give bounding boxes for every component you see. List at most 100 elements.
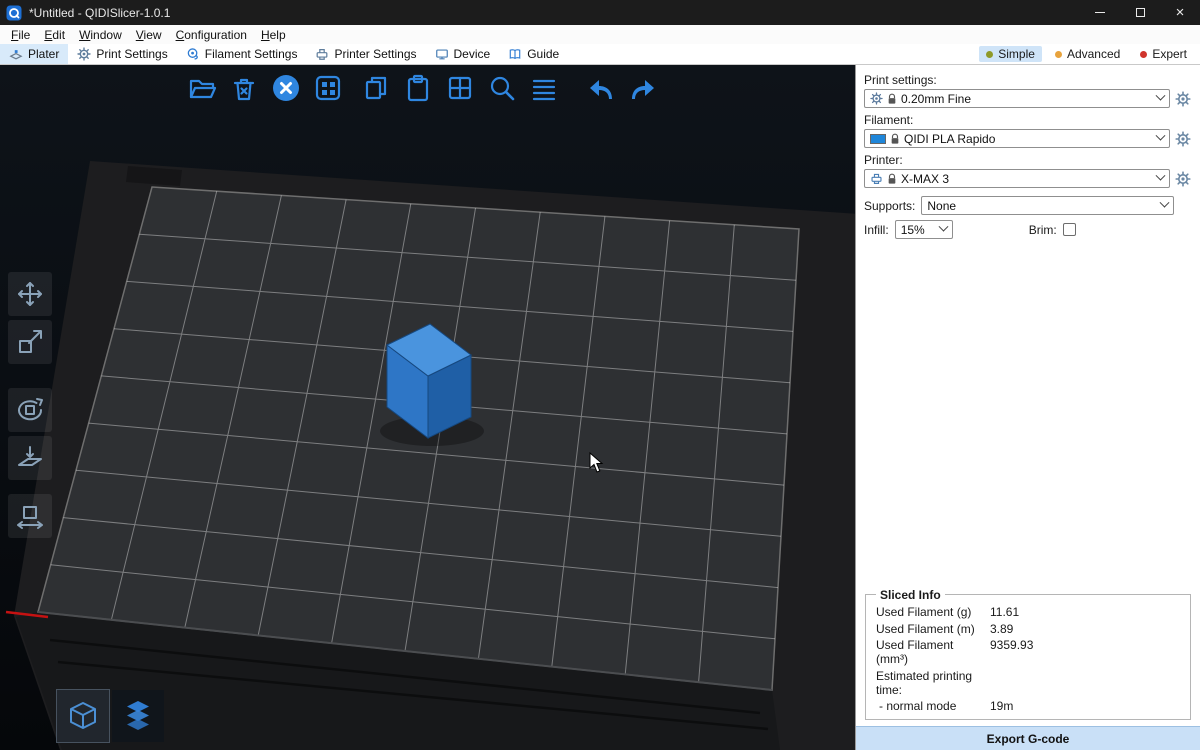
brim-checkbox[interactable] <box>1063 223 1076 236</box>
minimize-button[interactable] <box>1080 0 1120 25</box>
redo-button[interactable] <box>627 71 661 105</box>
gear-icon <box>1175 171 1191 187</box>
split-button[interactable] <box>443 71 477 105</box>
filament-label: Filament: <box>864 113 1192 127</box>
mouse-cursor-icon <box>589 452 605 474</box>
gear-icon <box>870 92 883 105</box>
scale-button[interactable] <box>8 320 52 364</box>
gear-icon <box>1175 91 1191 107</box>
preview-view-icon <box>120 698 156 734</box>
arrange-icon <box>313 73 343 103</box>
copy-icon <box>361 73 391 103</box>
printer-gear-button[interactable] <box>1174 169 1192 188</box>
si-label: - normal mode <box>876 699 984 713</box>
sliced-info-row: - normal mode 19m <box>874 697 1182 714</box>
si-label: Estimated printing time: <box>876 669 984 697</box>
chevron-down-icon <box>1160 198 1170 208</box>
export-gcode-button[interactable]: Export G-code <box>856 726 1200 750</box>
maximize-button[interactable] <box>1120 0 1160 25</box>
tab-label: Filament Settings <box>205 47 298 61</box>
undo-icon <box>587 73 617 103</box>
delete-all-icon <box>271 73 301 103</box>
mode-expert[interactable]: Expert <box>1133 46 1194 62</box>
plater-icon <box>9 47 23 61</box>
title-bar[interactable]: *Untitled - QIDISlicer-1.0.1 × <box>0 0 1200 25</box>
lock-icon <box>890 133 900 145</box>
redo-icon <box>629 73 659 103</box>
tab-bar: Plater Print Settings Filament Settings … <box>0 44 1200 65</box>
expert-mode-dot-icon <box>1140 51 1147 58</box>
printer-icon <box>315 47 329 61</box>
mode-simple[interactable]: Simple <box>979 46 1042 62</box>
tab-filament-settings[interactable]: Filament Settings <box>177 44 307 64</box>
gear-icon <box>77 47 91 61</box>
flatten-icon <box>15 443 45 473</box>
tab-device[interactable]: Device <box>426 44 500 64</box>
rotate-button[interactable] <box>8 388 52 432</box>
sliced-info-title: Sliced Info <box>876 588 945 602</box>
sliced-info-row: Used Filament (mm³) 9359.93 <box>874 636 1182 667</box>
layer-height-icon <box>529 73 559 103</box>
window-controls: × <box>1080 0 1200 25</box>
menu-help[interactable]: Help <box>254 27 293 43</box>
open-project-button[interactable] <box>185 71 219 105</box>
paste-button[interactable] <box>401 71 435 105</box>
si-label: Used Filament (g) <box>876 605 984 619</box>
move-button[interactable] <box>8 272 52 316</box>
search-button[interactable] <box>485 71 519 105</box>
copy-button[interactable] <box>359 71 393 105</box>
measure-button[interactable] <box>8 494 52 538</box>
menu-configuration[interactable]: Configuration <box>169 27 254 43</box>
mode-label: Advanced <box>1067 47 1120 61</box>
arrange-button[interactable] <box>311 71 345 105</box>
tab-printer-settings[interactable]: Printer Settings <box>306 44 425 64</box>
printer-select[interactable]: X-MAX 3 <box>864 169 1170 188</box>
scale-icon <box>15 327 45 357</box>
sidebar-spacer <box>864 239 1192 588</box>
tab-label: Plater <box>28 47 59 61</box>
si-value: 3.89 <box>984 622 1182 636</box>
close-button[interactable]: × <box>1160 0 1200 25</box>
preview-view-button[interactable] <box>112 690 164 742</box>
menu-edit[interactable]: Edit <box>37 27 72 43</box>
menu-view[interactable]: View <box>129 27 169 43</box>
close-icon: × <box>1176 5 1185 20</box>
tab-print-settings[interactable]: Print Settings <box>68 44 176 64</box>
supports-select[interactable]: None <box>921 196 1174 215</box>
tab-label: Printer Settings <box>334 47 416 61</box>
tab-guide[interactable]: Guide <box>499 44 568 64</box>
split-icon <box>445 73 475 103</box>
mode-advanced[interactable]: Advanced <box>1048 46 1127 62</box>
open-icon <box>187 73 217 103</box>
sliced-info-row: Used Filament (m) 3.89 <box>874 619 1182 636</box>
3d-viewport[interactable] <box>0 65 855 750</box>
variable-layer-height-button[interactable] <box>527 71 561 105</box>
flatten-button[interactable] <box>8 436 52 480</box>
3d-scene <box>0 65 855 750</box>
menu-file[interactable]: File <box>4 27 37 43</box>
tab-plater[interactable]: Plater <box>0 44 68 64</box>
move-icon <box>15 279 45 309</box>
chevron-down-icon <box>938 222 948 232</box>
gear-icon <box>1175 131 1191 147</box>
tab-label: Device <box>454 47 491 61</box>
filament-gear-button[interactable] <box>1174 129 1192 148</box>
menu-window[interactable]: Window <box>72 27 129 43</box>
chevron-down-icon <box>1156 91 1166 101</box>
print-settings-select[interactable]: 0.20mm Fine <box>864 89 1170 108</box>
infill-value: 15% <box>901 223 925 237</box>
lock-icon <box>887 173 897 185</box>
delete-all-button[interactable] <box>269 71 303 105</box>
si-value: 19m <box>984 699 1182 713</box>
undo-button[interactable] <box>585 71 619 105</box>
plater-toolbar <box>185 71 661 105</box>
rotate-icon <box>15 395 45 425</box>
minimize-icon <box>1095 12 1105 13</box>
print-settings-gear-button[interactable] <box>1174 89 1192 108</box>
filament-select[interactable]: QIDI PLA Rapido <box>864 129 1170 148</box>
delete-button[interactable] <box>227 71 261 105</box>
editor-view-button[interactable] <box>57 690 109 742</box>
app-logo-icon <box>6 5 22 21</box>
infill-select[interactable]: 15% <box>895 220 953 239</box>
brim-label: Brim: <box>1029 223 1057 237</box>
